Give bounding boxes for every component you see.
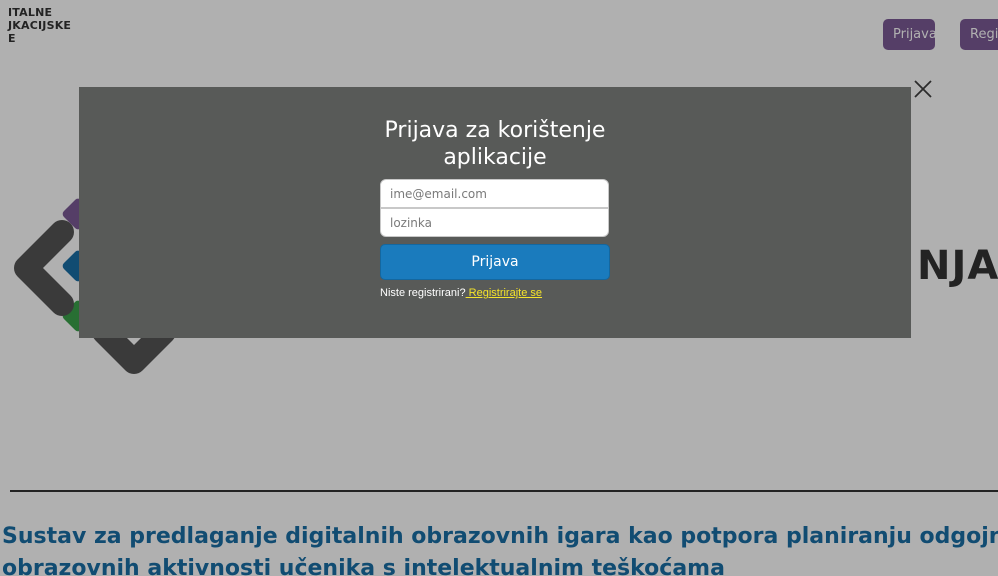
login-submit-button[interactable]: Prijava xyxy=(380,244,610,280)
modal-title-line-2: aplikacije xyxy=(443,145,547,170)
login-modal: Prijava za korištenje aplikacije Prijava… xyxy=(79,87,911,338)
register-link[interactable]: Registrirajte se xyxy=(466,287,542,299)
modal-title-line-1: Prijava za korištenje xyxy=(384,118,606,143)
register-prompt-text: Niste registrirani? xyxy=(380,287,466,299)
password-field[interactable] xyxy=(380,208,609,237)
email-field[interactable] xyxy=(380,179,609,208)
modal-title: Prijava za korištenje aplikacije xyxy=(79,117,911,171)
register-prompt: Niste registrirani? Registrirajte se xyxy=(380,287,542,299)
close-icon[interactable] xyxy=(912,78,934,100)
